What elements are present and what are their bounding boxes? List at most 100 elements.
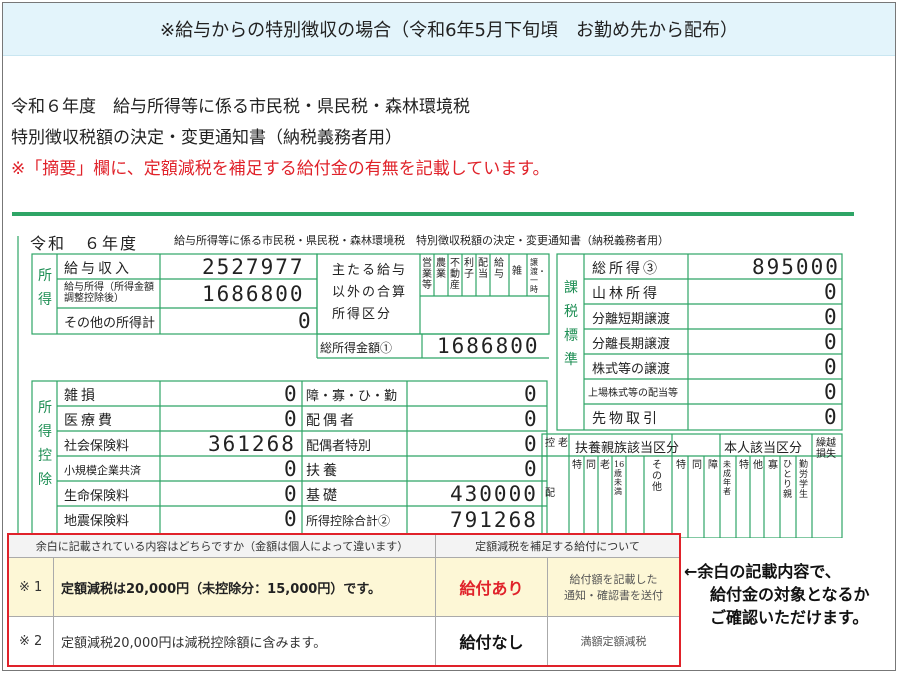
main-income-label: 主たる給与 以外の合算 所得区分 (332, 260, 407, 326)
deduction-label: 所得控除合計② (306, 514, 391, 528)
intro-line-1: 令和６年度 給与所得等に係る市民税・県民税・森林環境税 (11, 97, 470, 117)
intro-note: ※「摘要」欄に、定額減税を補足する給付金の有無を記載しています。 (11, 159, 550, 179)
category-header: 利子 (464, 258, 474, 280)
dependents-sub: 特 (739, 460, 749, 471)
category-header: 農業 (436, 258, 446, 280)
deduction-label: 障・寡・ひ・勤 (306, 389, 398, 404)
form-header: 令和 ６年度 (30, 234, 139, 253)
intro-text: 令和６年度 給与所得等に係る市民税・県民税・森林環境税 特別徴収税額の決定・変更… (11, 92, 550, 185)
deduction-label: 扶養 (306, 463, 340, 479)
deduction-label: 基礎 (306, 488, 340, 504)
deduction-value: 0 (284, 457, 299, 481)
dependents-header: 扶養親族該当区分 (575, 441, 680, 456)
row-mark: ※ 1 (19, 579, 43, 595)
tax-base-value: 0 (824, 330, 839, 354)
category-header: 配当 (478, 258, 488, 280)
income-row-label: 給与所得（所得金額調整控除後） (64, 282, 154, 304)
dependents-sub: ひとり親 (783, 460, 793, 500)
dependents-sub: 未成年者 (723, 460, 731, 496)
deduction-value: 0 (524, 432, 539, 456)
deduction-label: 配偶者特別 (306, 439, 372, 454)
deduction-label: 小規模企業共済 (64, 464, 141, 477)
tax-base-label: 総所得③ (592, 261, 660, 277)
deduction-value: 0 (284, 507, 299, 531)
category-header: 雑 (512, 266, 522, 277)
tax-base-value: 0 (824, 380, 839, 404)
side-note: ←余白の記載内容で、 給付金の対象となるか ご確認いただけます。 (684, 560, 870, 629)
tax-base-label: 上場株式等の配当等 (588, 388, 678, 399)
deduction-label: 地震保険料 (64, 514, 130, 529)
dependents-sub: 16歳未満 (614, 460, 625, 496)
benefit-summary-table: 余白に記載されている内容はどちらですか（金額は個人によって違います） 定額減税を… (7, 533, 681, 667)
main-income-label-line: 主たる給与 (332, 263, 408, 278)
deduction-group-label: 所得控除 (38, 400, 52, 488)
dependents-sub: 配 (545, 488, 555, 499)
row-note: 給付額を記載した 通知・確認書を送付 (564, 573, 663, 602)
tax-base-value: 0 (824, 280, 839, 304)
side-note-line: ご確認いただけます。 (710, 608, 869, 627)
intro-line-2: 特別徴収税額の決定・変更通知書（納税義務者用） (11, 128, 402, 148)
income-row-value: 0 (298, 309, 313, 333)
dependents-header: 控 (545, 438, 555, 449)
dependents-sub: 老 (600, 460, 610, 471)
page-banner: ※給与からの特別徴収の場合（令和6年5月下旬頃 お勤め先から配布） (3, 3, 895, 56)
deduction-label: 生命保険料 (64, 489, 130, 504)
table-header-content: 余白に記載されている内容はどちらですか（金額は個人によって違います） (9, 535, 435, 557)
tax-base-value: 0 (824, 355, 839, 379)
row-description: 定額減税20,000円は減税控除額に含みます。 (61, 635, 327, 651)
table-divider (53, 558, 54, 665)
income-row-label: 給与収入 (64, 261, 132, 277)
dependents-sub: 他 (753, 460, 763, 471)
side-note-line: 給付金の対象となるか (710, 585, 870, 604)
income-group-label: 所得 (38, 268, 52, 308)
dependents-header: 老 (558, 438, 568, 449)
tax-base-label: 先物取引 (592, 411, 660, 427)
tax-base-label: 分離長期譲渡 (592, 337, 671, 352)
income-row-value: 2527977 (202, 255, 305, 279)
deduction-value: 0 (524, 407, 539, 431)
income-row-value: 1686800 (202, 282, 305, 306)
category-header: 営業等 (422, 258, 432, 291)
deduction-value: 361268 (208, 432, 296, 456)
table-header-benefit: 定額減税を補足する給付について (436, 535, 679, 557)
dependents-sub: 同 (692, 460, 702, 471)
tax-base-label: 分離短期譲渡 (592, 312, 671, 327)
deduction-value: 0 (284, 407, 299, 431)
dependents-sub: 勤労学生 (799, 460, 809, 500)
row-result: 給付なし (459, 633, 524, 652)
tax-base-value: 895000 (752, 255, 840, 279)
main-income-label-line: 以外の合算 (332, 285, 408, 300)
table-header-content-label: 余白に記載されている内容はどちらですか（金額は個人によって違います） (35, 540, 409, 553)
category-header: 不動産 (450, 258, 460, 291)
banner-title: ※給与からの特別徴収の場合（令和6年5月下旬頃 お勤め先から配布） (160, 20, 738, 41)
deduction-value: 430000 (450, 482, 538, 506)
deduction-label: 雑損 (64, 388, 98, 404)
deduction-value: 0 (524, 382, 539, 406)
row-description: 定額減税は20,000円（未控除分：15,000円）です。 (61, 581, 382, 597)
tax-notice-form: 令和 ６年度 給与所得等に係る市民税・県民税・森林環境税 特別徴収税額の決定・変… (12, 212, 854, 538)
category-header: 譲渡・一時 (530, 258, 546, 294)
dependents-sub: その他 (652, 460, 662, 493)
tax-base-label: 山林所得 (592, 286, 660, 302)
row-mark: ※ 2 (19, 633, 43, 649)
dependents-header: 本人該当区分 (724, 441, 803, 456)
dependents-header: 繰越損失 (816, 438, 836, 460)
deduction-label: 配偶者 (306, 413, 357, 429)
dependents-sub: 障 (708, 460, 718, 471)
total-income-label: 総所得金額① (320, 341, 393, 355)
dependents-sub: 寡 (768, 460, 778, 471)
dependents-sub: 特 (572, 460, 582, 471)
row-note: 満額定額減税 (580, 635, 647, 648)
deduction-label: 社会保険料 (64, 439, 130, 454)
table-header-benefit-label: 定額減税を補足する給付について (475, 540, 640, 553)
form-header-sub: 給与所得等に係る市民税・県民税・森林環境税 特別徴収税額の決定・変更通知書（納税… (174, 234, 669, 247)
tax-base-value: 0 (824, 405, 839, 429)
deduction-value: 0 (524, 457, 539, 481)
tax-base-label: 株式等の譲渡 (592, 362, 671, 377)
dependents-sub: 同 (586, 460, 596, 471)
side-note-line: ←余白の記載内容で、 (684, 562, 841, 581)
tax-base-group-label: 課税標準 (564, 280, 578, 368)
income-row-label: その他の所得計 (64, 316, 156, 331)
deduction-value: 0 (284, 482, 299, 506)
tax-base-value: 0 (824, 305, 839, 329)
